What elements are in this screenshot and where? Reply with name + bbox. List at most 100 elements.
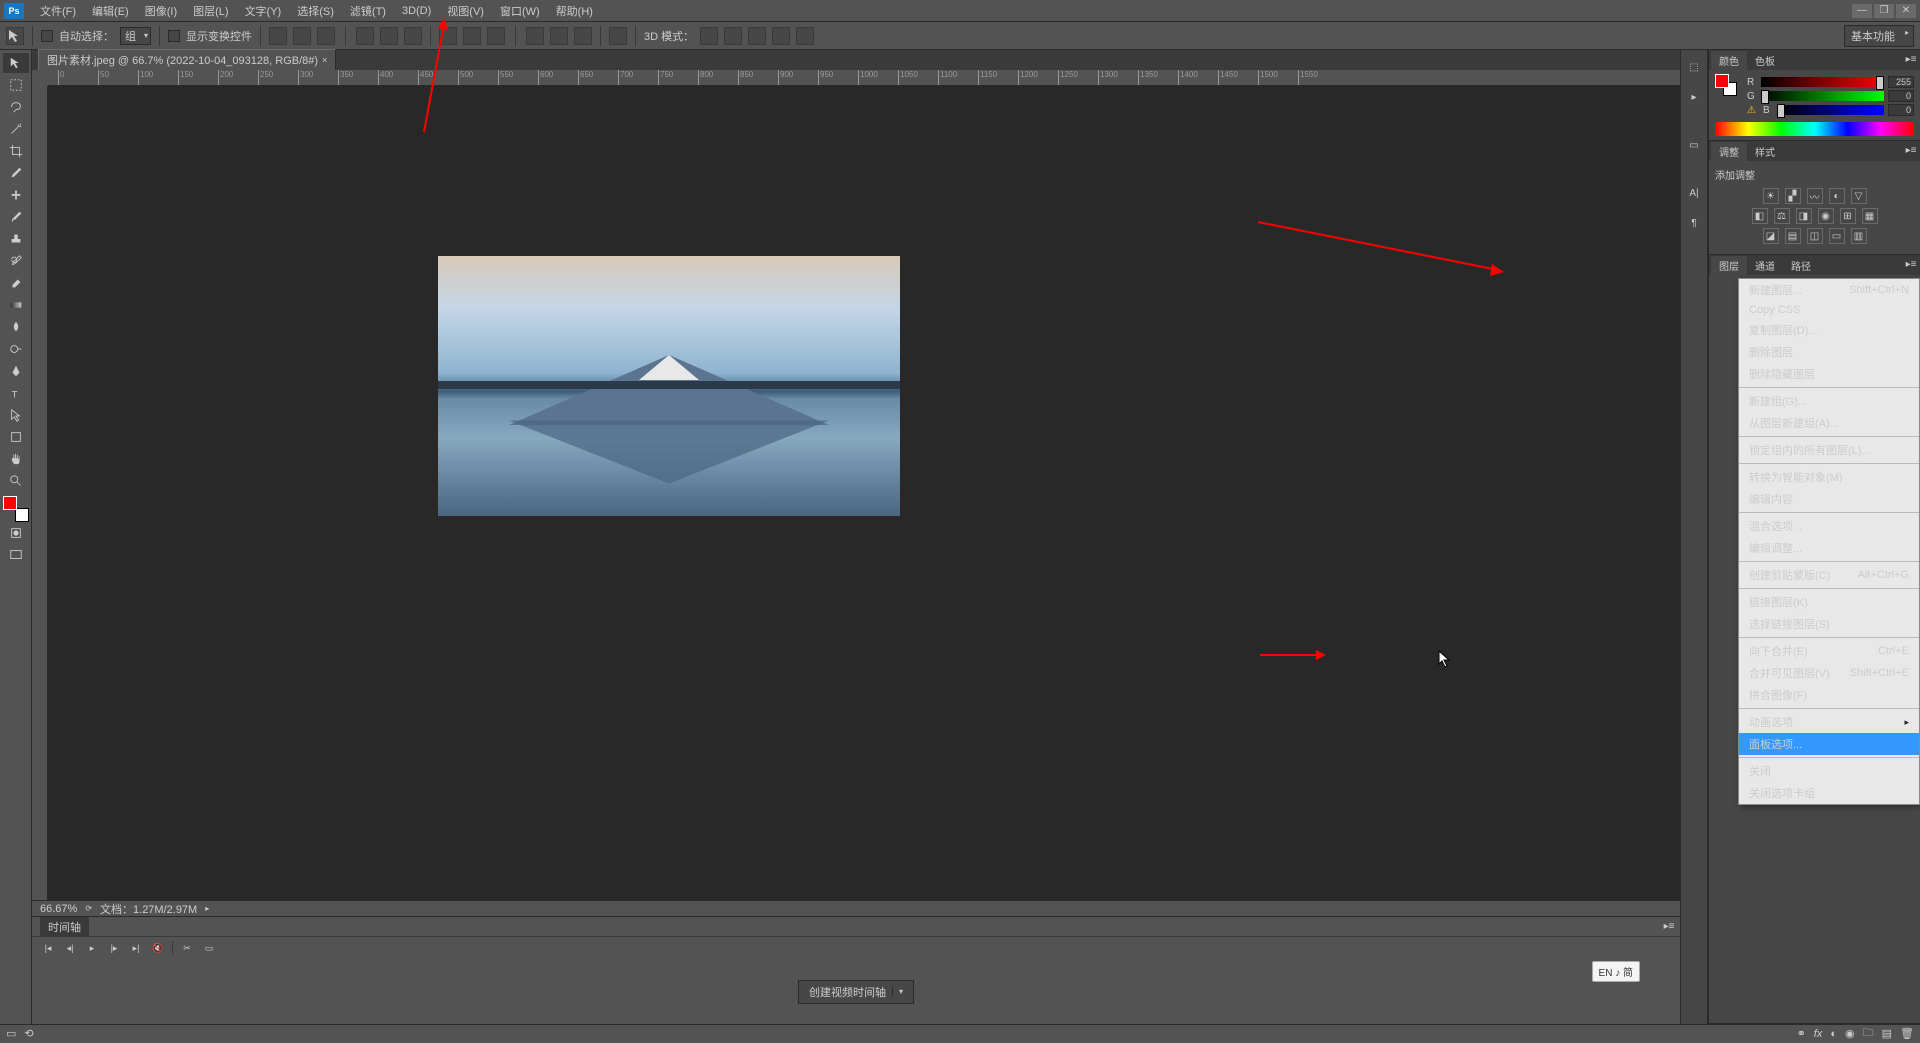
menu-3d[interactable]: 3D(D) <box>394 3 439 19</box>
menu-item[interactable]: 合并可见图层(V)Shift+Ctrl+E <box>1739 662 1919 684</box>
align-top-icon[interactable] <box>269 27 287 45</box>
create-timeline-button[interactable]: 创建视频时间轴▾ <box>798 980 914 1004</box>
window-close[interactable]: ✕ <box>1896 4 1916 18</box>
stamp-tool[interactable] <box>3 229 29 249</box>
layers-tab[interactable]: 图层 <box>1711 256 1747 275</box>
menu-item[interactable]: 编辑内容 <box>1739 488 1919 510</box>
menu-filter[interactable]: 滤镜(T) <box>342 1 394 21</box>
colorlookup-icon[interactable]: ▦ <box>1862 208 1878 224</box>
selectivecolor-icon[interactable]: ▥ <box>1851 228 1867 244</box>
window-minimize[interactable]: — <box>1852 4 1872 18</box>
align-hcenter-icon[interactable] <box>380 27 398 45</box>
exposure-icon[interactable]: ◐ <box>1829 188 1845 204</box>
swatches-tab[interactable]: 色板 <box>1747 51 1783 70</box>
type-tool[interactable]: T <box>3 383 29 403</box>
lasso-tool[interactable] <box>3 97 29 117</box>
show-transform-checkbox[interactable] <box>168 30 180 42</box>
panel-menu-icon[interactable]: ▸≡ <box>1904 52 1918 66</box>
align-bottom-icon[interactable] <box>317 27 335 45</box>
align-vcenter-icon[interactable] <box>293 27 311 45</box>
b-slider[interactable] <box>1777 105 1884 115</box>
goto-first-icon[interactable]: |◂ <box>40 941 56 955</box>
fx-icon[interactable]: fx <box>1814 1028 1823 1040</box>
next-frame-icon[interactable]: |▸ <box>106 941 122 955</box>
menu-help[interactable]: 帮助(H) <box>548 1 601 21</box>
blur-tool[interactable] <box>3 317 29 337</box>
transition-icon[interactable]: ▭ <box>201 941 217 955</box>
zoom-arrow-icon[interactable]: ⟳ <box>85 904 92 913</box>
gradient-tool[interactable] <box>3 295 29 315</box>
threshold-icon[interactable]: ◫ <box>1807 228 1823 244</box>
menu-item[interactable]: 从图层新建组(A)... <box>1739 412 1919 434</box>
distribute-hcenter-icon[interactable] <box>550 27 568 45</box>
workspace-selector[interactable]: 基本功能 <box>1844 25 1914 47</box>
menu-type[interactable]: 文字(Y) <box>237 1 290 21</box>
gradientmap-icon[interactable]: ▭ <box>1829 228 1845 244</box>
character-panel-icon[interactable]: A| <box>1685 184 1703 202</box>
fgbg-swatch[interactable] <box>3 496 29 522</box>
spectrum-bar[interactable] <box>1715 122 1914 136</box>
zoom-tool[interactable] <box>3 471 29 491</box>
g-slider[interactable] <box>1761 91 1884 101</box>
marquee-tool[interactable] <box>3 75 29 95</box>
group-icon[interactable]: 🗀 <box>1863 1024 1874 1043</box>
menu-image[interactable]: 图像(I) <box>137 1 185 21</box>
menu-select[interactable]: 选择(S) <box>289 1 342 21</box>
panel-menu-icon[interactable]: ▸≡ <box>1904 143 1918 157</box>
r-slider[interactable] <box>1761 77 1884 87</box>
path-select-tool[interactable] <box>3 405 29 425</box>
3d-orbit-icon[interactable] <box>700 27 718 45</box>
info-arrow-icon[interactable]: ▸ <box>205 904 209 913</box>
photofilter-icon[interactable]: ◉ <box>1818 208 1834 224</box>
canvas-viewport[interactable] <box>32 86 1680 900</box>
properties-panel-icon[interactable]: ▭ <box>1685 136 1703 154</box>
3d-roll-icon[interactable] <box>724 27 742 45</box>
pen-tool[interactable] <box>3 361 29 381</box>
actions-panel-icon[interactable]: ▸ <box>1685 88 1703 106</box>
invert-icon[interactable]: ◪ <box>1763 228 1779 244</box>
background-color[interactable] <box>15 508 29 522</box>
channelmixer-icon[interactable]: ⊞ <box>1840 208 1856 224</box>
r-value[interactable]: 255 <box>1888 76 1914 88</box>
screenmode-tool[interactable] <box>3 545 29 565</box>
paragraph-panel-icon[interactable]: ¶ <box>1685 214 1703 232</box>
close-icon[interactable]: × <box>322 55 327 65</box>
quickmask-tool[interactable] <box>3 523 29 543</box>
hand-tool[interactable] <box>3 449 29 469</box>
distribute-left-icon[interactable] <box>526 27 544 45</box>
distribute-bottom-icon[interactable] <box>487 27 505 45</box>
window-maximize[interactable]: ❐ <box>1874 4 1894 18</box>
menu-file[interactable]: 文件(F) <box>32 1 84 21</box>
menu-item[interactable]: 关闭选项卡组 <box>1739 782 1919 804</box>
shape-tool[interactable] <box>3 427 29 447</box>
chevron-down-icon[interactable]: ▾ <box>892 987 903 996</box>
styles-tab[interactable]: 样式 <box>1747 142 1783 161</box>
color-swatch[interactable] <box>1715 74 1737 96</box>
sync-icon[interactable]: ⟲ <box>24 1027 33 1040</box>
menu-item[interactable]: 复制图层(D)... <box>1739 319 1919 341</box>
vibrance-icon[interactable]: ▽ <box>1851 188 1867 204</box>
levels-icon[interactable]: ▞ <box>1785 188 1801 204</box>
mask-icon[interactable]: ◐ <box>1830 1028 1837 1040</box>
dodge-tool[interactable] <box>3 339 29 359</box>
menu-item[interactable]: 面板选项... <box>1739 733 1919 755</box>
menu-item[interactable]: 关闭 <box>1739 760 1919 782</box>
b-value[interactable]: 0 <box>1888 104 1914 116</box>
link-icon[interactable]: ⚭ <box>1797 1027 1806 1040</box>
auto-select-checkbox[interactable] <box>41 30 53 42</box>
menu-item[interactable]: 拼合图像(F) <box>1739 684 1919 706</box>
colorbalance-icon[interactable]: ⚖ <box>1774 208 1790 224</box>
history-panel-icon[interactable]: ⬚ <box>1685 58 1703 76</box>
foreground-color[interactable] <box>3 496 17 510</box>
menu-item[interactable]: 转换为智能对象(M) <box>1739 466 1919 488</box>
channels-tab[interactable]: 通道 <box>1747 256 1783 275</box>
auto-align-icon[interactable] <box>609 27 627 45</box>
g-value[interactable]: 0 <box>1888 90 1914 102</box>
wand-tool[interactable] <box>3 119 29 139</box>
ime-indicator[interactable]: EN ♪ 简 <box>1592 961 1640 982</box>
align-right-icon[interactable] <box>404 27 422 45</box>
trash-icon[interactable]: 🗑 <box>1900 1027 1914 1040</box>
menu-layer[interactable]: 图层(L) <box>185 1 236 21</box>
document-tab[interactable]: 图片素材.jpeg @ 66.7% (2022-10-04_093128, RG… <box>38 49 336 70</box>
move-tool-icon[interactable] <box>6 27 24 45</box>
